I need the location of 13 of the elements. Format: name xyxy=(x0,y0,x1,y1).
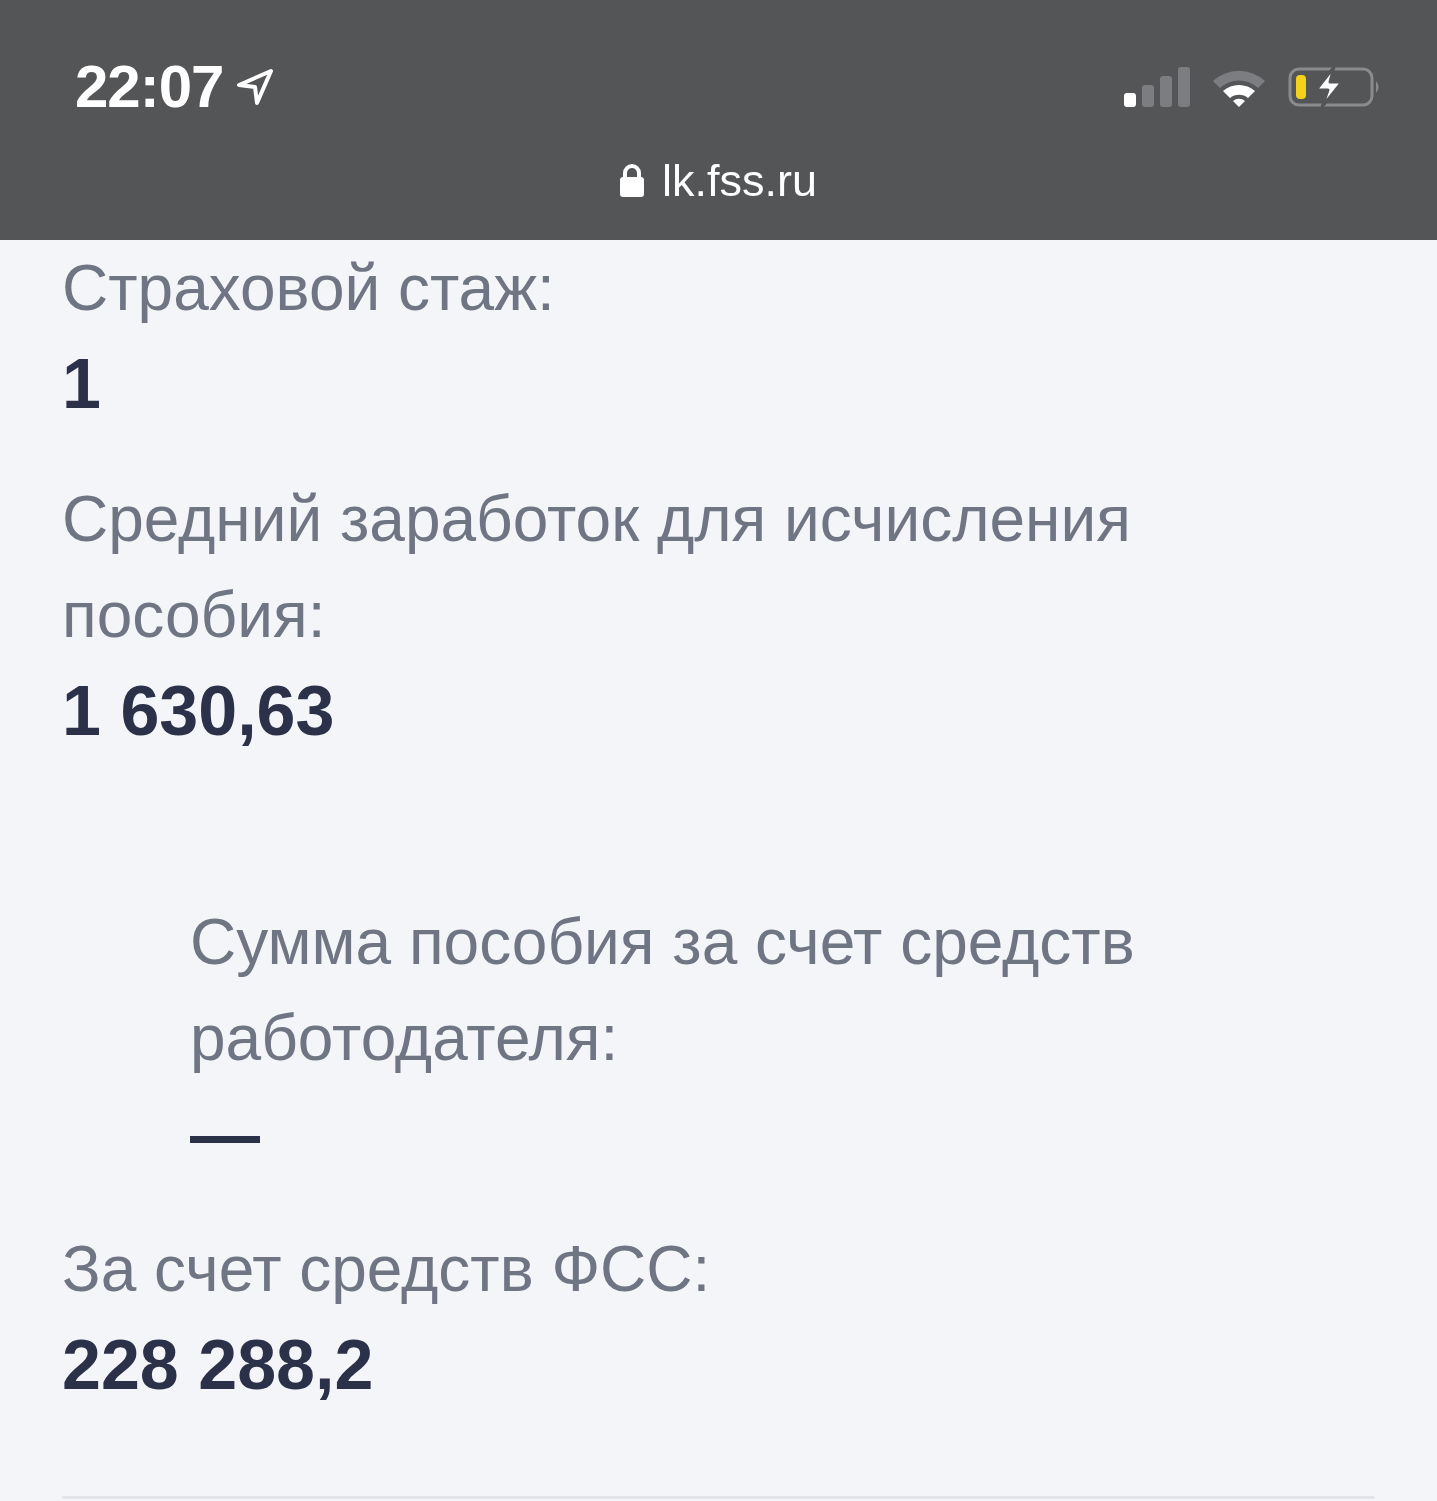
field-value: 228 288,2 xyxy=(62,1325,374,1406)
field-value: 1 630,63 xyxy=(62,671,335,752)
field-label: Страховой стаж: xyxy=(62,251,555,326)
lock-icon xyxy=(620,163,644,197)
field-value: — xyxy=(190,1094,260,1175)
field-value: 1 xyxy=(62,344,101,425)
location-arrow-icon xyxy=(235,67,276,107)
field-label: Сумма пособия за счет средств работодателя: xyxy=(190,905,1136,1076)
status-time: 22:07 xyxy=(75,57,224,117)
field-label: Средний заработок для исчисления пособия: xyxy=(62,482,1132,653)
address-url[interactable]: lk.fss.ru xyxy=(662,157,817,203)
cellular-signal-icon xyxy=(1124,67,1190,107)
field-label: За счет средств ФСС: xyxy=(62,1232,711,1307)
